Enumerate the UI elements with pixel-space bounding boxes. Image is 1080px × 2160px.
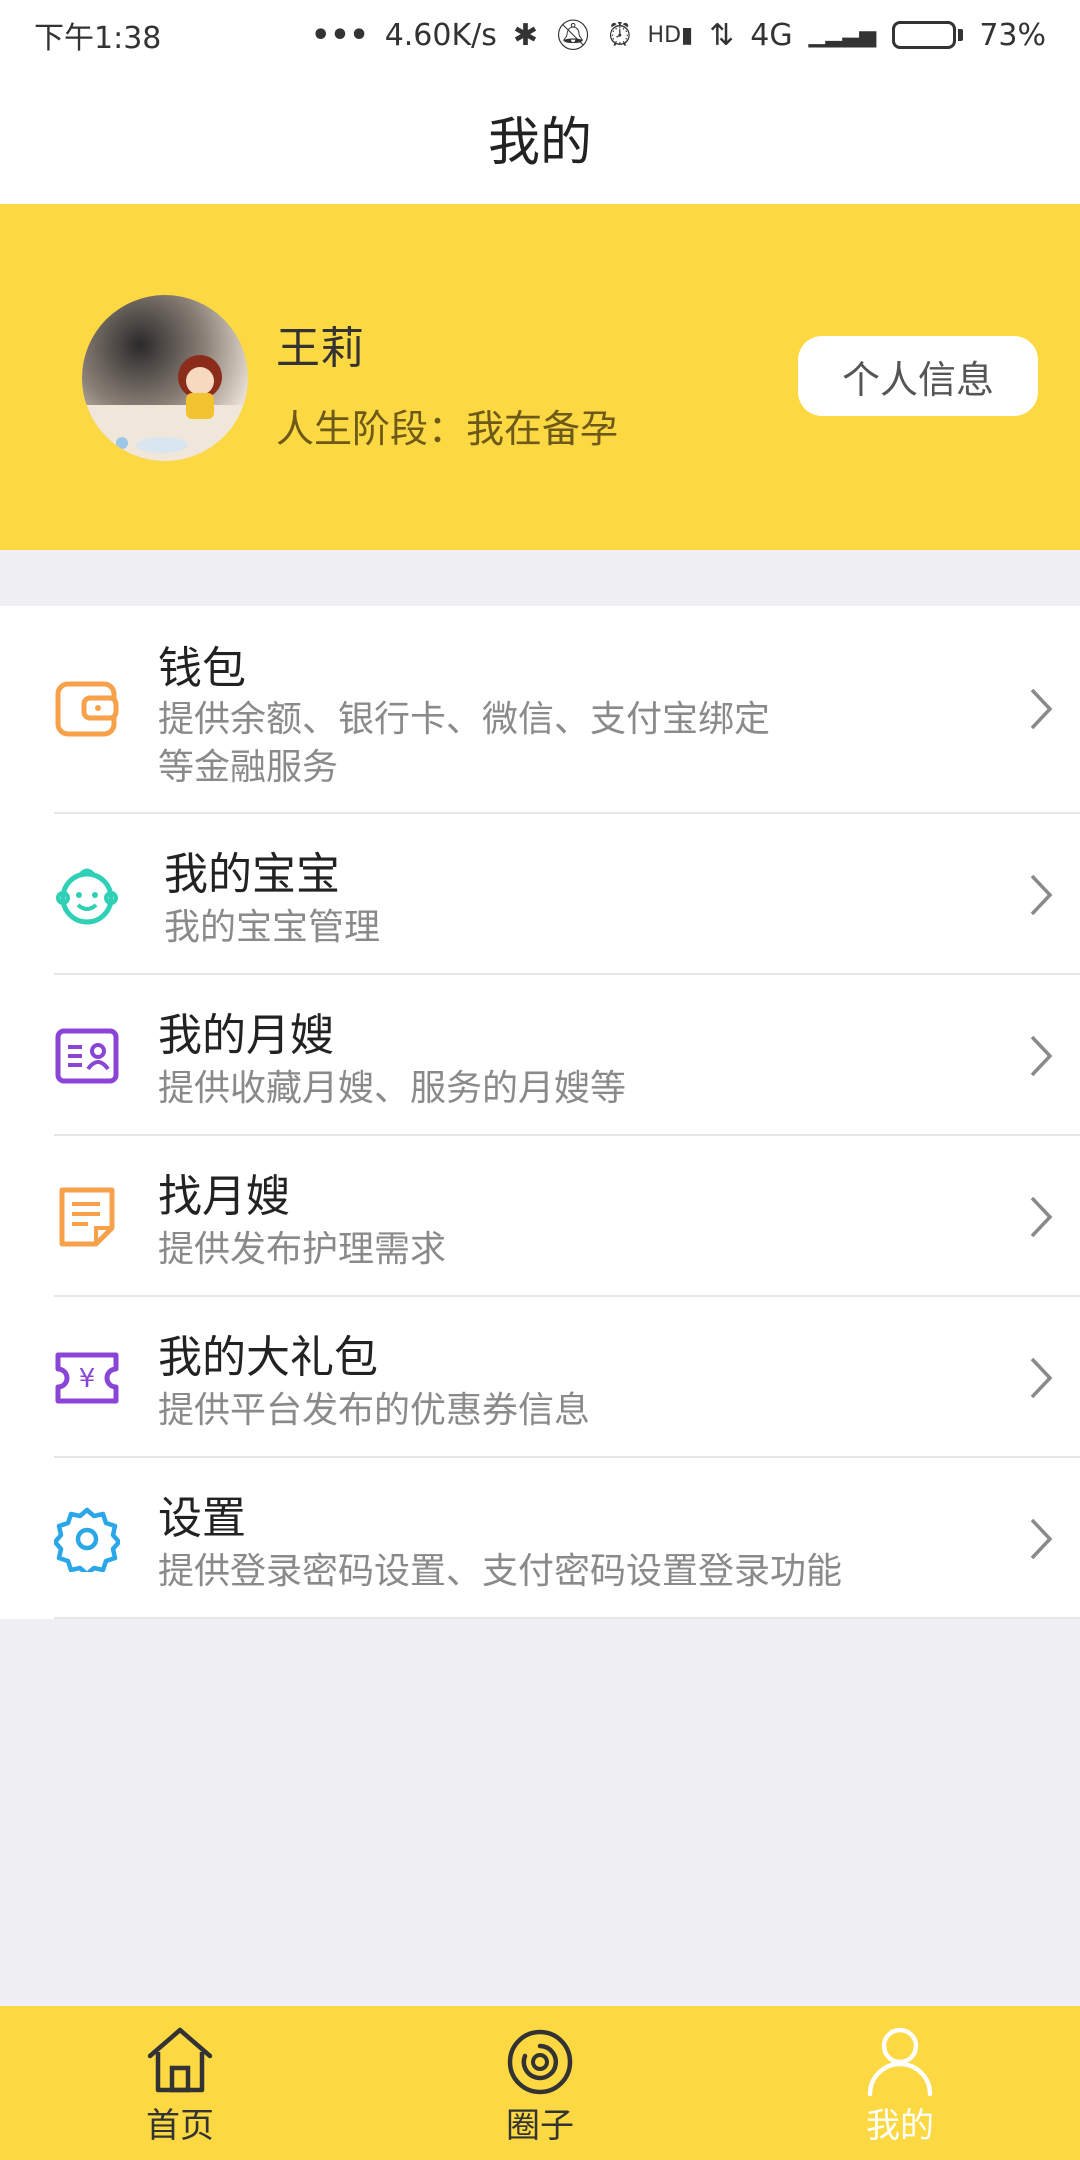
menu-item-subtitle: 提供平台发布的优惠券信息 xyxy=(158,1390,591,1431)
more-dots-icon: ••• xyxy=(311,17,369,53)
title-bar: 我的 xyxy=(0,70,1080,204)
profile-card: 王莉 人生阶段：我在备孕 个人信息 xyxy=(0,204,1080,550)
bottom-tab-bar: 首页 圈子 我的 xyxy=(0,2006,1080,2160)
menu-item-my-nanny[interactable]: 我的月嫂 提供收藏月嫂、服务的月嫂等 xyxy=(54,975,1080,1136)
menu-item-gift-pack[interactable]: ¥ 我的大礼包 提供平台发布的优惠券信息 xyxy=(54,1297,1080,1458)
life-stage: 人生阶段：我在备孕 xyxy=(276,407,619,451)
chevron-right-icon xyxy=(1030,1196,1053,1238)
menu-list: 钱包 提供余额、银行卡、微信、支付宝绑定 等金融服务 我的宝宝 我的宝宝管理 我… xyxy=(0,606,1080,1619)
menu-item-wallet[interactable]: 钱包 提供余额、银行卡、微信、支付宝绑定 等金融服务 xyxy=(54,606,1080,814)
tab-label: 首页 xyxy=(146,2106,214,2146)
network-type: 4G xyxy=(750,17,793,53)
status-indicators: ••• 4.60K/s ✱ 🔕︎ ⏰︎ HD▮ ⇅ 4G ▁▂▃▅ 73% xyxy=(311,18,1046,53)
signal-icon: ▁▂▃▅ xyxy=(808,22,877,48)
menu-item-my-baby[interactable]: 我的宝宝 我的宝宝管理 xyxy=(54,814,1080,975)
page-title: 我的 xyxy=(487,112,592,173)
mute-icon: 🔕︎ xyxy=(554,17,593,53)
id-card-icon xyxy=(55,1028,119,1084)
tab-home[interactable]: 首页 xyxy=(0,2006,360,2160)
baby-face-icon xyxy=(56,868,118,925)
status-time: 下午1:38 xyxy=(34,21,162,56)
coupon-icon: ¥ xyxy=(55,1352,119,1404)
menu-item-subtitle: 我的宝宝管理 xyxy=(164,907,381,948)
battery-icon xyxy=(892,21,964,49)
data-arrows-icon: ⇅ xyxy=(709,17,735,53)
bluetooth-icon: ✱ xyxy=(512,17,539,53)
svg-text:¥: ¥ xyxy=(79,1364,96,1394)
battery-percent: 73% xyxy=(979,17,1046,53)
chevron-right-icon xyxy=(1030,688,1053,730)
personal-info-button[interactable]: 个人信息 xyxy=(798,336,1038,416)
menu-item-subtitle: 提供收藏月嫂、服务的月嫂等 xyxy=(158,1068,627,1109)
tab-circle[interactable]: 圈子 xyxy=(360,2006,720,2160)
status-bar: 下午1:38 ••• 4.60K/s ✱ 🔕︎ ⏰︎ HD▮ ⇅ 4G ▁▂▃▅… xyxy=(0,0,1080,70)
menu-item-subtitle: 提供余额、银行卡、微信、支付宝绑定 等金融服务 xyxy=(158,699,771,788)
menu-item-title: 我的宝宝 xyxy=(164,849,340,900)
menu-item-settings[interactable]: 设置 提供登录密码设置、支付密码设置登录功能 xyxy=(54,1458,1080,1619)
menu-item-title: 我的月嫂 xyxy=(158,1010,334,1061)
signal-hd-icon: HD▮ xyxy=(647,22,694,48)
menu-item-title: 钱包 xyxy=(158,643,246,694)
circle-icon xyxy=(507,2029,573,2095)
person-icon xyxy=(867,2027,933,2097)
tab-label: 圈子 xyxy=(506,2106,574,2146)
network-speed: 4.60K/s xyxy=(384,17,497,53)
home-icon xyxy=(147,2027,213,2093)
menu-item-find-nanny[interactable]: 找月嫂 提供发布护理需求 xyxy=(54,1136,1080,1297)
alarm-icon: ⏰︎ xyxy=(608,17,632,53)
menu-item-subtitle: 提供发布护理需求 xyxy=(158,1229,447,1270)
wallet-icon xyxy=(55,681,119,737)
chevron-right-icon xyxy=(1030,1035,1053,1077)
chevron-right-icon xyxy=(1030,874,1053,916)
tab-label: 我的 xyxy=(866,2106,934,2146)
menu-item-subtitle: 提供登录密码设置、支付密码设置登录功能 xyxy=(158,1551,843,1592)
tab-mine[interactable]: 我的 xyxy=(720,2006,1080,2160)
avatar[interactable] xyxy=(82,295,248,461)
menu-item-title: 设置 xyxy=(158,1493,246,1544)
gear-icon xyxy=(54,1507,120,1572)
document-icon xyxy=(59,1187,115,1247)
chevron-right-icon xyxy=(1030,1357,1053,1399)
chevron-right-icon xyxy=(1030,1518,1053,1560)
user-name: 王莉 xyxy=(276,323,364,374)
menu-item-title: 我的大礼包 xyxy=(158,1332,378,1383)
menu-item-title: 找月嫂 xyxy=(158,1171,290,1222)
